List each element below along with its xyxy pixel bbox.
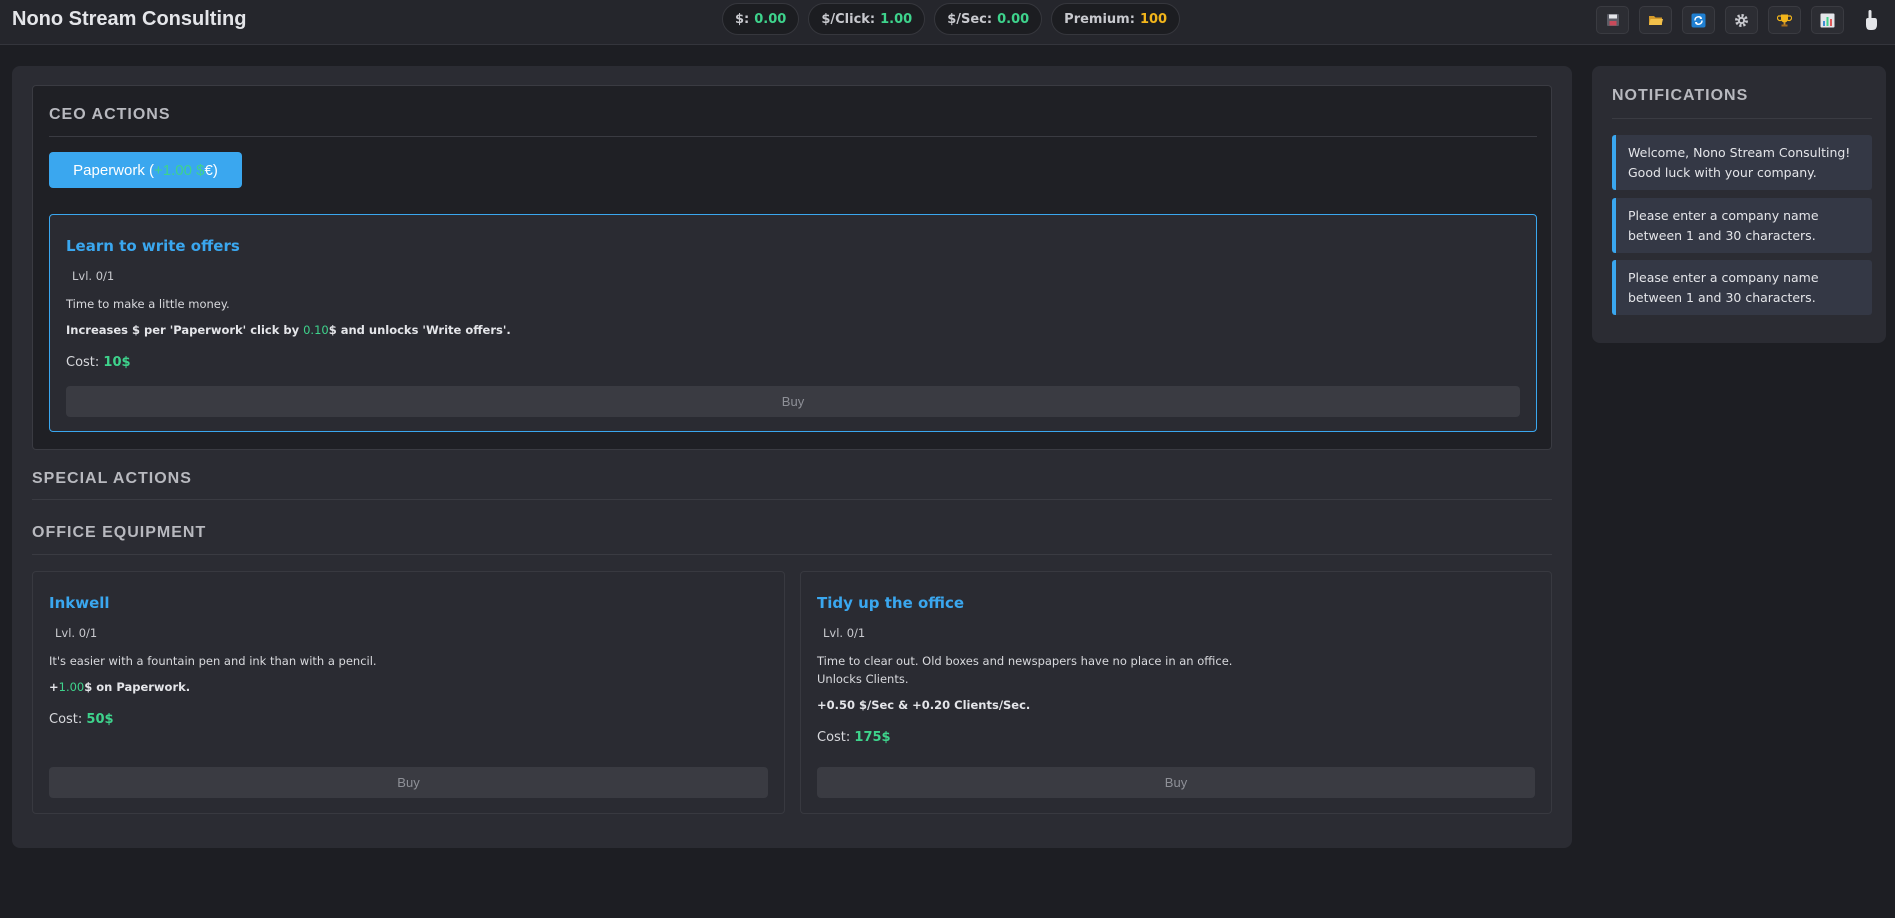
upgrade-description: Time to make a little money. — [66, 297, 230, 311]
stat-premium-value: 100 — [1139, 11, 1168, 27]
chart-icon — [1820, 13, 1835, 27]
paperwork-gain: +1.00 $ — [154, 161, 205, 179]
stat-per-click-label: $/Click: — [821, 11, 876, 27]
inkwell-effect: +1.00$ on Paperwork. — [49, 680, 190, 694]
office-equipment-title: OFFICE EQUIPMENT — [32, 524, 207, 541]
tidy-effect: +0.50 $/Sec & +0.20 Clients/Sec. — [817, 698, 1031, 712]
notifications-divider — [1612, 118, 1872, 119]
tidy-description-line2: Unlocks Clients. — [817, 672, 909, 686]
inkwell-level: Lvl. 0/1 — [55, 626, 98, 640]
upgrade-effect: Increases $ per 'Paperwork' click by 0.1… — [66, 323, 511, 337]
upgrade-effect-value: 0.10 — [303, 323, 329, 337]
save-button[interactable] — [1596, 6, 1629, 34]
upgrade-cost: Cost: 10$ — [66, 355, 131, 370]
paperwork-suffix: €) — [204, 161, 218, 179]
office-card-tidy-up: Tidy up the office Lvl. 0/1 Time to clea… — [800, 571, 1552, 814]
stats-bar: $: 0.00 $/Click: 1.00 $/Sec: 0.00 Premiu… — [722, 3, 1181, 35]
upgrade-buy-button[interactable]: Buy — [66, 386, 1520, 417]
stat-per-sec: $/Sec: 0.00 — [934, 3, 1043, 35]
tidy-description-line1: Time to clear out. Old boxes and newspap… — [817, 654, 1233, 668]
inkwell-buy-button[interactable]: Buy — [49, 767, 768, 798]
upgrade-title: Learn to write offers — [66, 237, 240, 255]
upgrade-level: Lvl. 0/1 — [72, 269, 115, 283]
paperwork-label: Paperwork ( — [73, 161, 155, 179]
inkwell-description: It's easier with a fountain pen and ink … — [49, 654, 377, 668]
inkwell-effect-value: 1.00 — [58, 680, 85, 694]
ceo-actions-title: CEO ACTIONS — [49, 106, 171, 123]
refresh-icon — [1691, 13, 1706, 27]
statistics-button[interactable] — [1811, 6, 1844, 34]
trophy-icon — [1777, 14, 1792, 26]
stat-per-sec-label: $/Sec: — [947, 11, 993, 27]
load-button[interactable] — [1639, 6, 1672, 34]
main-panel: CEO ACTIONS Paperwork (+1.00 $ €) Learn … — [12, 66, 1572, 848]
inkwell-cost-label: Cost: — [49, 712, 87, 727]
inkwell-cost: Cost: 50$ — [49, 712, 114, 727]
gear-icon — [1735, 13, 1748, 27]
tidy-cost: Cost: 175$ — [817, 730, 891, 745]
office-card-inkwell: Inkwell Lvl. 0/1 It's easier with a foun… — [32, 571, 785, 814]
folder-icon — [1648, 16, 1663, 25]
upgrade-cost-value: 10$ — [103, 355, 131, 370]
tidy-level: Lvl. 0/1 — [823, 626, 866, 640]
notification-item: Please enter a company name between 1 an… — [1612, 198, 1872, 253]
company-title: Nono Stream Consulting — [12, 8, 247, 30]
special-divider — [32, 499, 1552, 500]
upgrade-cost-label: Cost: — [66, 355, 104, 370]
tidy-buy-button[interactable]: Buy — [817, 767, 1535, 798]
achievements-button[interactable] — [1768, 6, 1801, 34]
upgrade-effect-prefix: Increases $ per 'Paperwork' click by — [66, 323, 304, 337]
inkwell-cost-value: 50$ — [86, 712, 114, 727]
tidy-title: Tidy up the office — [817, 594, 965, 612]
office-divider — [32, 554, 1552, 555]
upgrade-card-write-offers: Learn to write offers Lvl. 0/1 Time to m… — [49, 214, 1537, 432]
upgrade-effect-suffix: $ and unlocks 'Write offers'. — [328, 323, 511, 337]
hand-icon — [1865, 10, 1877, 30]
ceo-actions-section: CEO ACTIONS Paperwork (+1.00 $ €) Learn … — [32, 85, 1552, 450]
special-actions-title: SPECIAL ACTIONS — [32, 470, 192, 487]
notification-item: Welcome, Nono Stream Consulting! Good lu… — [1612, 135, 1872, 190]
inkwell-effect-prefix: + — [49, 680, 59, 694]
stat-per-sec-value: 0.00 — [997, 11, 1030, 27]
stat-money-value: 0.00 — [754, 11, 787, 27]
notification-item: Please enter a company name between 1 an… — [1612, 260, 1872, 315]
notifications-title: NOTIFICATIONS — [1612, 87, 1749, 104]
stat-per-click: $/Click: 1.00 — [808, 3, 926, 35]
toolbar — [1596, 6, 1887, 34]
stat-premium: Premium: 100 — [1051, 3, 1181, 35]
notifications-panel: NOTIFICATIONS Welcome, Nono Stream Consu… — [1592, 66, 1886, 343]
paperwork-button[interactable]: Paperwork (+1.00 $ €) — [49, 152, 242, 188]
inkwell-title: Inkwell — [49, 594, 110, 612]
tidy-cost-value: 175$ — [854, 730, 891, 745]
click-hand-button[interactable] — [1854, 6, 1887, 34]
stat-premium-label: Premium: — [1064, 11, 1135, 27]
save-icon — [1606, 14, 1619, 26]
settings-button[interactable] — [1725, 6, 1758, 34]
tidy-cost-label: Cost: — [817, 730, 855, 745]
stat-money: $: 0.00 — [722, 3, 800, 35]
tidy-description: Time to clear out. Old boxes and newspap… — [817, 652, 1232, 688]
stat-money-label: $: — [735, 11, 750, 27]
stat-per-click-value: 1.00 — [880, 11, 913, 27]
reset-button[interactable] — [1682, 6, 1715, 34]
inkwell-effect-suffix: $ on Paperwork. — [84, 680, 191, 694]
ceo-divider — [49, 136, 1537, 137]
top-bar: Nono Stream Consulting $: 0.00 $/Click: … — [0, 0, 1895, 45]
